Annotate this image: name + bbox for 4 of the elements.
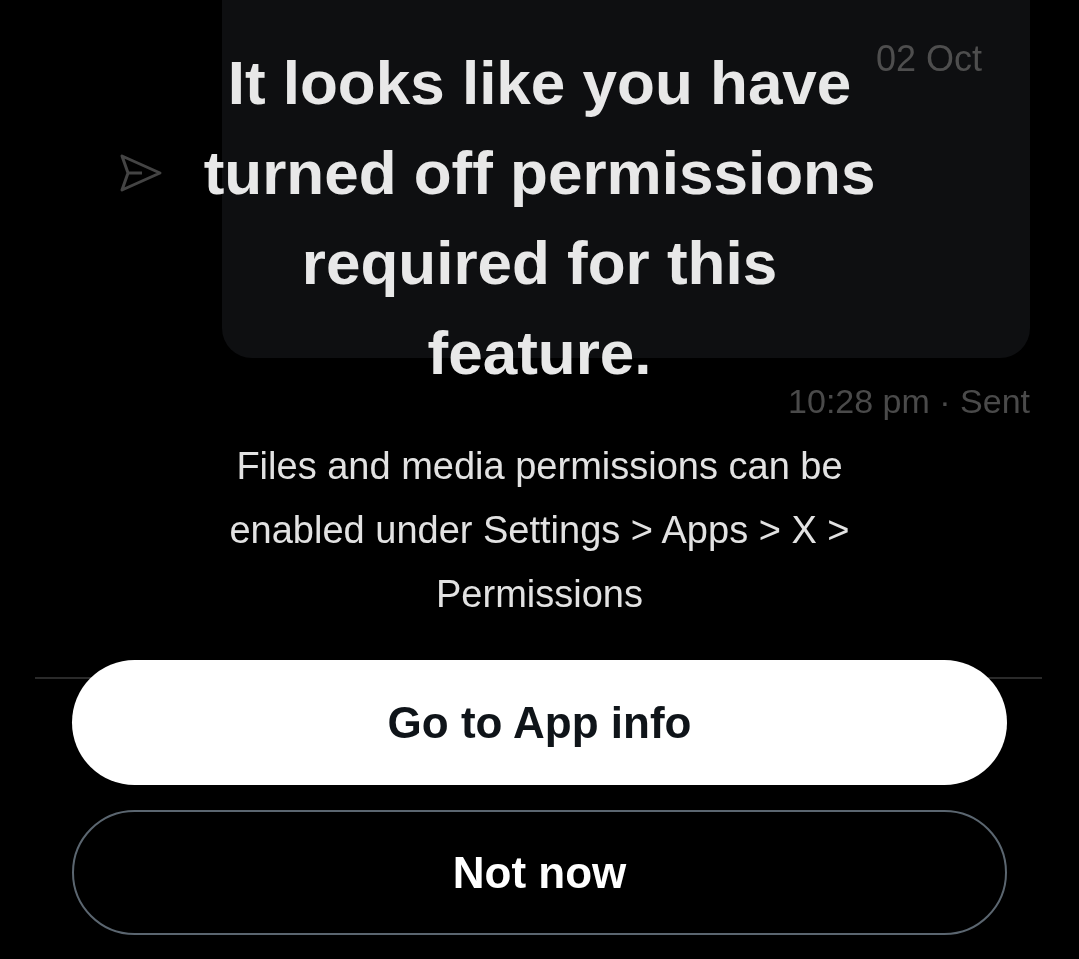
not-now-button[interactable]: Not now [72,810,1007,935]
app-info-button[interactable]: Go to App info [72,660,1007,785]
dialog-message: Files and media permissions can be enabled under Settings > Apps > X > Permissions [228,444,851,617]
message-date: 02 Oct [875,38,982,80]
